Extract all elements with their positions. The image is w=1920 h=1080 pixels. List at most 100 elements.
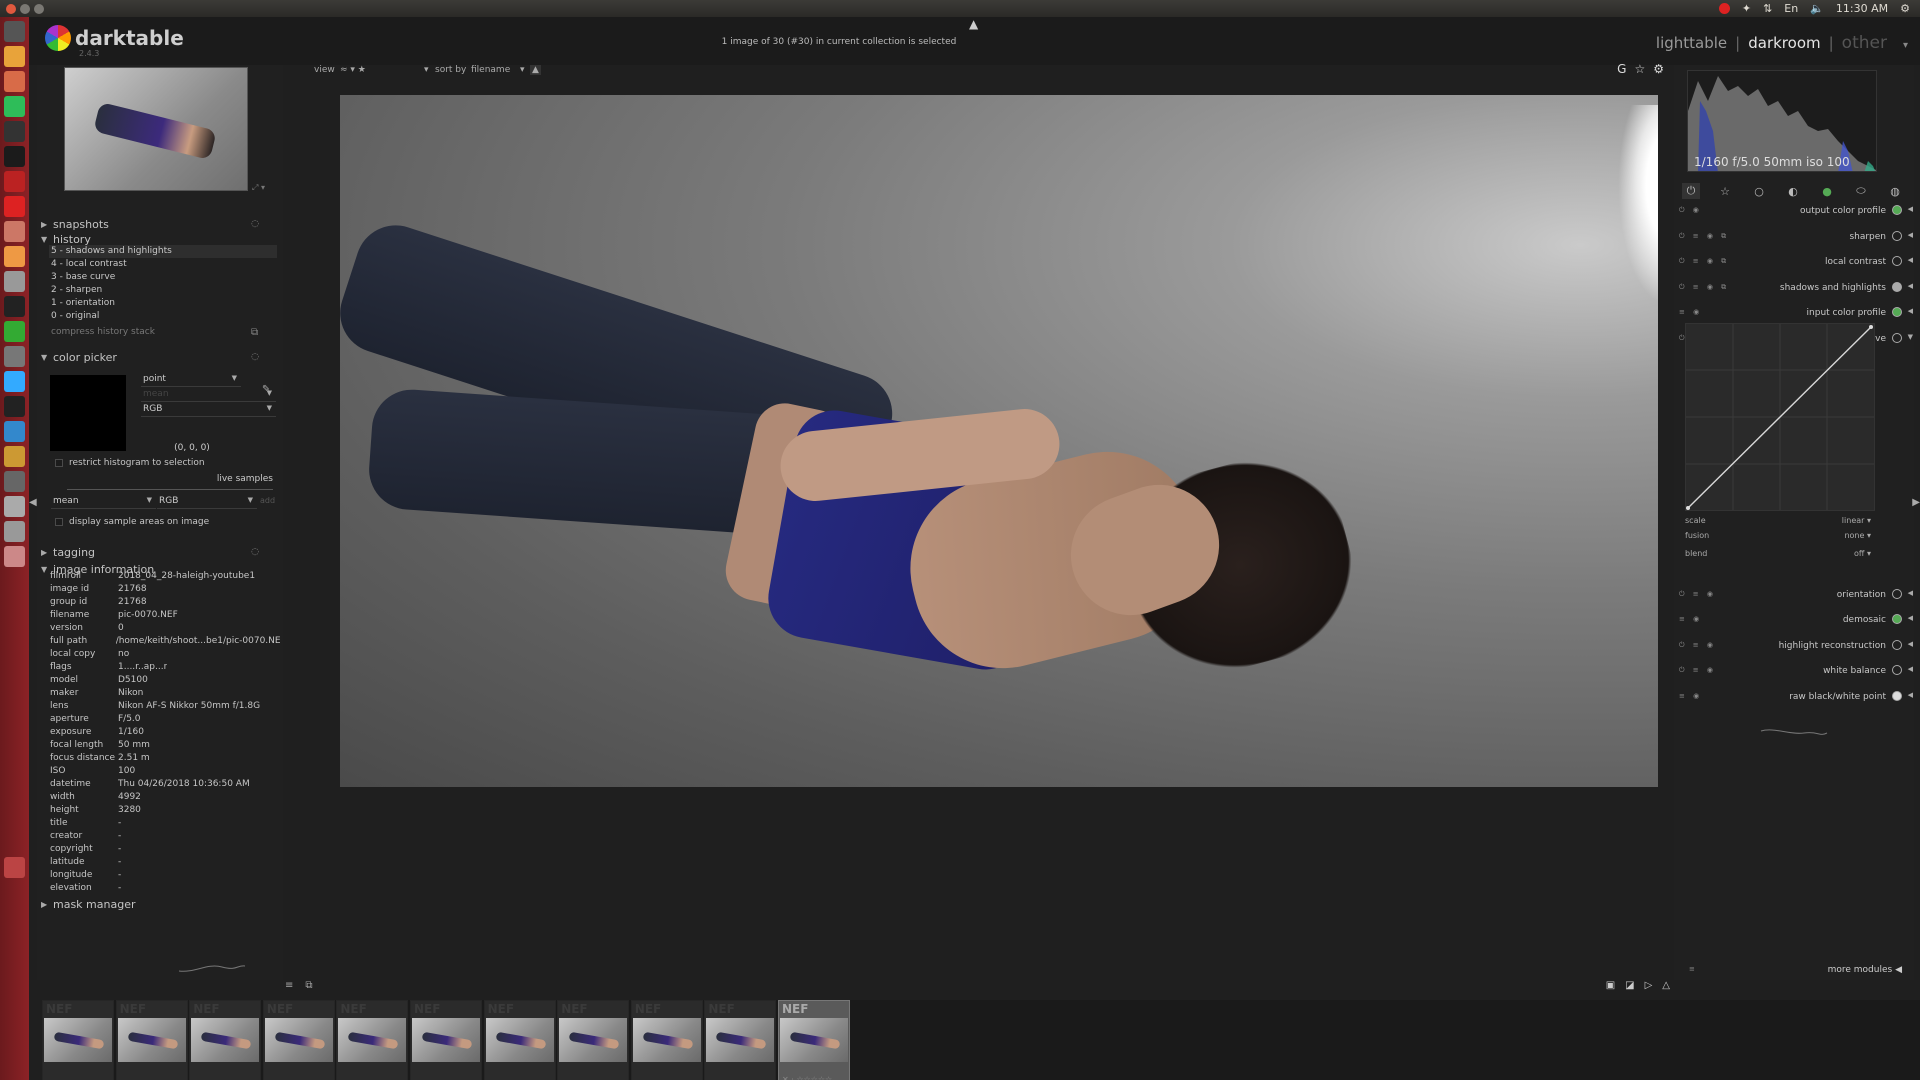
screen-icon[interactable] [4,146,25,167]
module-raw-black-white-point[interactable]: ≡ ◉ raw black/white point ◀ [1674,687,1914,707]
module-input-color-profile[interactable]: ≡ ◉ input color profile ◀ [1674,303,1914,323]
effect-group-icon[interactable]: ◍ [1886,183,1904,199]
history-item[interactable]: 3 - base curve [49,271,283,284]
history-item[interactable]: 4 - local contrast [49,258,283,271]
zoom-options-icon[interactable]: ⤢ ▾ [252,183,265,193]
color-group-icon[interactable]: ● [1818,183,1836,199]
module-orientation[interactable]: ⏻ ≡ ◉ orientation ◀ [1674,585,1914,605]
expand-arrow-icon[interactable]: ◀ [1908,205,1913,213]
presets-icon[interactable]: ≡ [1689,965,1695,973]
module-sharpen[interactable]: ⏻ ≡ ◉ ⧉ sharpen ◀ [1674,227,1914,247]
chevron-down-icon[interactable]: ▾ [520,65,525,75]
keyboard-layout[interactable]: En [1784,2,1798,15]
section-mask-manager[interactable]: ▶ mask manager [37,895,283,913]
module-controls[interactable]: ≡ ◉ [1679,692,1702,700]
volume-icon[interactable]: 🔈 [1810,2,1824,15]
collapse-top-panel-icon[interactable]: ▲ [969,17,978,31]
styles-icon[interactable]: ⧉ [305,980,312,991]
display-samples-checkbox[interactable]: display sample areas on image [55,517,209,527]
base-curve-graph[interactable] [1685,323,1875,511]
grouping-icon[interactable]: G [1617,62,1626,76]
module-controls[interactable]: ⏻ ≡ ◉ [1679,641,1716,650]
tone-group-icon[interactable]: ◐ [1784,183,1802,199]
sample-model-select[interactable]: RGB ▼ [157,496,257,509]
filmstrip-thumbnail[interactable]: NEF [262,1000,335,1080]
filmstrip-thumbnail[interactable]: NEF [189,1000,262,1080]
section-tagging[interactable]: ▶ tagging ◌ [37,543,283,561]
spotify-icon[interactable] [4,96,25,117]
chevron-down-icon[interactable]: ▾ [1903,40,1908,51]
view-lighttable[interactable]: lighttable [1656,34,1727,52]
expand-arrow-icon[interactable]: ◀ [1908,231,1913,239]
terminal2-icon[interactable] [4,296,25,317]
filmstrip-thumbnail[interactable]: NEF [630,1000,703,1080]
chevron-down-icon[interactable]: ▾ [424,65,429,75]
text-editor-icon[interactable] [4,396,25,417]
window-minimize-button[interactable] [20,3,30,14]
view-filter-select[interactable]: ≈ ▾ ★ [340,65,366,75]
files-icon[interactable] [4,71,25,92]
curve-scale-select[interactable]: scale linear ▾ [1685,516,1875,529]
picker-mode-select[interactable]: point ▼ [141,374,241,387]
property-value[interactable]: linear ▾ [1842,516,1871,525]
expand-arrow-icon[interactable]: ◀ [1908,256,1913,264]
settings-gear-icon[interactable]: ⚙ [1900,2,1910,15]
module-highlight-reconstruction[interactable]: ⏻ ≡ ◉ highlight reconstruction ◀ [1674,636,1914,656]
module-controls[interactable]: ⏻ ≡ ◉ ⧉ [1679,283,1729,292]
recording-icon[interactable] [1718,3,1730,14]
module-presets-icon[interactable]: ◌ [251,547,259,557]
opera-icon[interactable] [4,196,25,217]
center-image[interactable] [340,95,1658,787]
sample-stat-select[interactable]: mean ▼ [51,496,156,509]
picker-stat-select[interactable]: mean ▼ [141,389,276,402]
expand-arrow-icon[interactable]: ◀ [1908,307,1913,315]
module-local-contrast[interactable]: ⏻ ≡ ◉ ⧉ local contrast ◀ [1674,252,1914,272]
view-other[interactable]: other [1842,33,1887,53]
module-demosaic[interactable]: ≡ ◉ demosaic ◀ [1674,610,1914,630]
module-controls[interactable]: ⏻ ◉ [1679,206,1702,215]
chrome-icon[interactable] [4,46,25,67]
restrict-histogram-checkbox[interactable]: restrict histogram to selection [55,458,205,468]
tools-icon[interactable] [4,221,25,242]
filmstrip-thumbnail[interactable]: NEF [42,1000,114,1080]
filmstrip-thumbnail[interactable]: NEF [704,1000,777,1080]
correct-group-icon[interactable]: ⬭ [1852,183,1870,199]
module-controls[interactable]: ⏻ ≡ ◉ [1679,590,1716,599]
star-rating[interactable]: ✕ · ☆☆☆☆☆ [782,1075,832,1080]
active-modules-icon[interactable]: ⏻ [1682,183,1700,199]
history-item[interactable]: 5 - shadows and highlights [49,245,277,258]
checkbox-icon[interactable] [55,459,63,467]
module-controls[interactable]: ⏻ ≡ ◉ ⧉ [1679,257,1729,266]
window-maximize-button[interactable] [34,3,44,14]
over-exposed-icon[interactable]: △ [1662,980,1670,991]
dash-icon[interactable] [4,21,25,42]
collapse-left-panel-icon[interactable]: ◀ [29,497,37,508]
filmstrip-thumbnail[interactable]: NEF [336,1000,409,1080]
module-output-color-profile[interactable]: ⏻ ◉ output color profile ◀ [1674,201,1914,221]
navigation-thumbnail[interactable] [64,67,248,191]
add-sample-button[interactable]: add [260,496,275,505]
expand-arrow-icon[interactable]: ◀ [1908,614,1913,622]
history-item[interactable]: 2 - sharpen [49,284,283,297]
picker-model-select[interactable]: RGB ▼ [141,404,276,417]
module-shadows-and-highlights[interactable]: ⏻ ≡ ◉ ⧉ shadows and highlights ◀ [1674,278,1914,298]
property-value[interactable]: none ▾ [1844,531,1871,540]
window-close-button[interactable] [6,3,16,14]
section-color-picker[interactable]: ▼ color picker ◌ [37,348,283,366]
softproof-icon[interactable]: ◪ [1625,980,1634,991]
disk-icon[interactable] [4,271,25,292]
clock[interactable]: 11:30 AM [1836,2,1888,15]
filmstrip-thumbnail[interactable]: NEF ✕ · ☆☆☆☆☆ [778,1000,850,1080]
module-controls[interactable]: ⏻ ≡ ◉ ⧉ [1679,232,1729,241]
history-item[interactable]: 1 - orientation [49,297,283,310]
collapse-right-panel-icon[interactable]: ▶ [1912,497,1920,508]
filmstrip-thumbnail[interactable]: NEF [115,1000,188,1080]
curve-fusion-select[interactable]: fusion none ▾ [1685,531,1875,544]
property-value[interactable]: off ▾ [1854,549,1871,558]
module-controls[interactable]: ≡ ◉ [1679,308,1702,316]
history-item[interactable]: 0 - original [49,310,283,323]
module-white-balance[interactable]: ⏻ ≡ ◉ white balance ◀ [1674,661,1914,681]
star-overlay-icon[interactable]: ☆ [1634,62,1645,76]
more-modules-section[interactable]: ≡ more modules ◀ [1674,965,1914,979]
quick-presets-icon[interactable]: ≡ [285,980,293,991]
